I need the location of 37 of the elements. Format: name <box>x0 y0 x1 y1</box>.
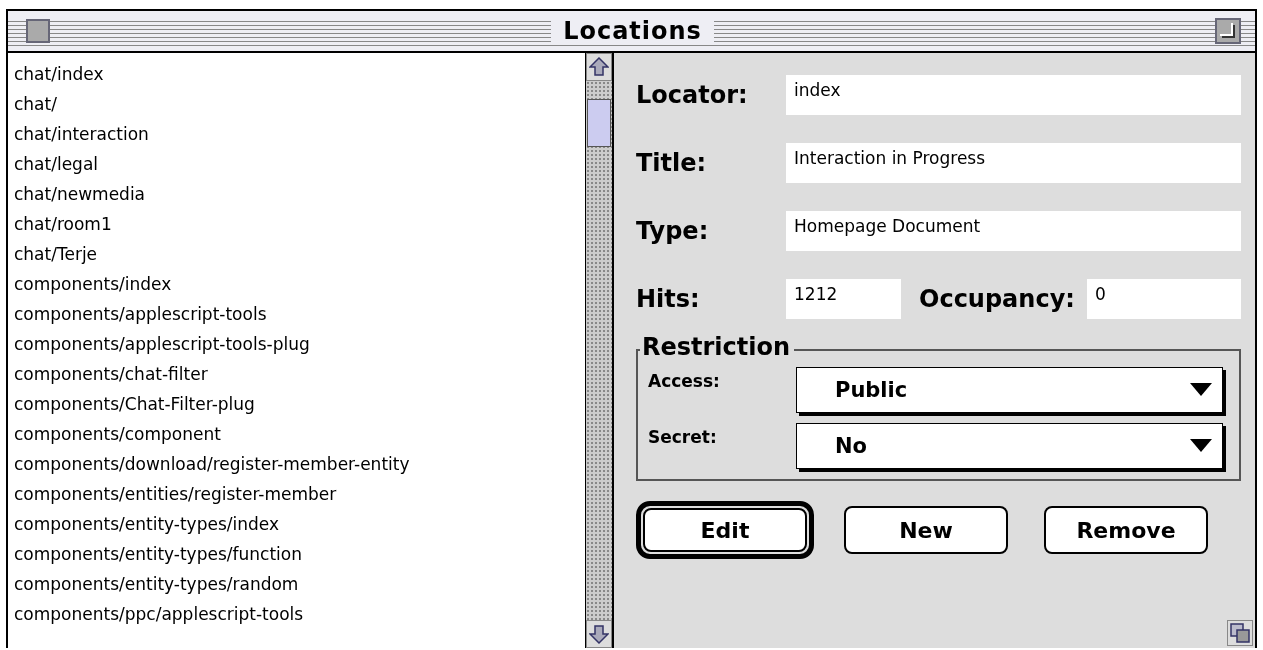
list-item[interactable]: components/entity-types/random <box>14 569 585 599</box>
edit-button[interactable]: Edit <box>643 508 807 552</box>
field-label: Secret: <box>648 426 718 447</box>
field-label: Locator: <box>636 81 749 109</box>
new-button[interactable]: New <box>844 506 1008 554</box>
list-item[interactable]: components/index <box>14 269 585 299</box>
hits-field[interactable]: 1212 <box>786 279 901 319</box>
list-item[interactable]: components/applescript-tools <box>14 299 585 329</box>
popup-menu[interactable]: Public <box>796 367 1223 413</box>
field-label: Title: <box>636 149 708 177</box>
list-item[interactable]: chat/interaction <box>14 119 585 149</box>
list-item[interactable]: components/ppc/applescript-tools <box>14 599 585 629</box>
list-item[interactable]: components/chat-filter <box>14 359 585 389</box>
list-item[interactable]: components/entity-types/function <box>14 539 585 569</box>
title-field[interactable]: Interaction in Progress <box>786 143 1241 183</box>
list-item[interactable]: chat/Terje <box>14 239 585 269</box>
list-item[interactable]: chat/ <box>14 89 585 119</box>
window-title: Locations <box>551 17 714 45</box>
list-item[interactable]: components/entities/register-member <box>14 479 585 509</box>
list-item[interactable]: chat/index <box>14 59 585 89</box>
list-item[interactable]: components/download/register-member-entity <box>14 449 585 479</box>
list-item[interactable]: components/component <box>14 419 585 449</box>
field-label: Access: <box>648 370 721 391</box>
locator-field[interactable]: index <box>786 75 1241 115</box>
list-item[interactable]: chat/newmedia <box>14 179 585 209</box>
list-item[interactable]: components/applescript-tools-plug <box>14 329 585 359</box>
remove-button[interactable]: Remove <box>1044 506 1208 554</box>
list-item[interactable]: components/Chat-Filter-plug <box>14 389 585 419</box>
field-label: Occupancy: <box>919 285 1075 313</box>
list-item[interactable]: chat/room1 <box>14 209 585 239</box>
occupancy-field[interactable]: 0 <box>1086 279 1241 319</box>
list-item[interactable]: chat/legal <box>14 149 585 179</box>
field-label: Hits: <box>636 285 701 313</box>
type-field[interactable]: Homepage Document <box>786 211 1241 251</box>
popup-menu[interactable]: No <box>796 423 1223 469</box>
field-label: Type: <box>636 217 710 245</box>
list-item[interactable]: components/entity-types/index <box>14 509 585 539</box>
